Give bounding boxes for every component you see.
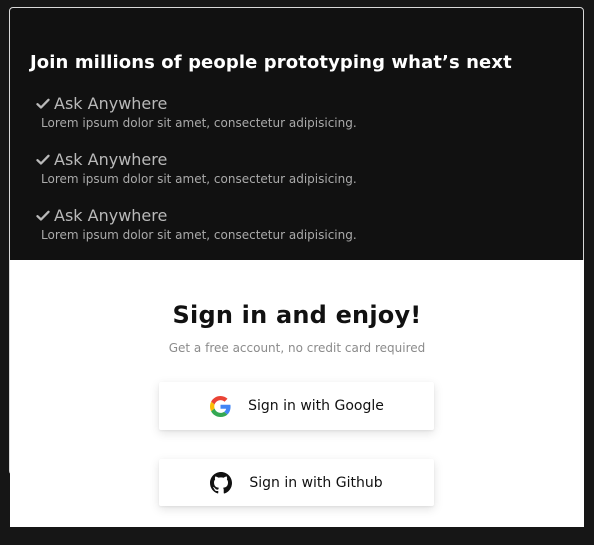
check-icon	[35, 209, 50, 224]
feature-title: Ask Anywhere	[54, 94, 168, 113]
check-icon	[35, 97, 50, 112]
github-icon	[210, 471, 233, 494]
signin-subtitle: Get a free account, no credit card requi…	[168, 341, 426, 355]
feature-item: Ask Anywhere Lorem ipsum dolor sit amet,…	[35, 150, 455, 206]
feature-title-row: Ask Anywhere	[35, 150, 455, 170]
feature-item: Ask Anywhere Lorem ipsum dolor sit amet,…	[35, 206, 455, 262]
check-icon	[35, 153, 50, 168]
google-icon	[209, 395, 231, 417]
google-signin-label: Sign in with Google	[248, 398, 384, 414]
feature-item: Ask Anywhere Lorem ipsum dolor sit amet,…	[35, 94, 455, 150]
github-signin-label: Sign in with Github	[249, 474, 383, 491]
feature-title: Ask Anywhere	[54, 150, 168, 169]
signin-title: Sign in and enjoy!	[172, 301, 422, 329]
google-signin-button[interactable]: Sign in with Google	[159, 382, 434, 430]
feature-list: Ask Anywhere Lorem ipsum dolor sit amet,…	[35, 94, 455, 262]
feature-description: Lorem ipsum dolor sit amet, consectetur …	[41, 172, 357, 186]
feature-description: Lorem ipsum dolor sit amet, consectetur …	[41, 116, 357, 130]
feature-title-row: Ask Anywhere	[35, 206, 455, 226]
promo-headline: Join millions of people prototyping what…	[30, 52, 512, 73]
feature-title: Ask Anywhere	[54, 206, 168, 225]
github-signin-button[interactable]: Sign in with Github	[159, 459, 434, 506]
feature-title-row: Ask Anywhere	[35, 94, 455, 114]
signin-panel: Sign in and enjoy! Get a free account, n…	[10, 260, 584, 527]
feature-description: Lorem ipsum dolor sit amet, consectetur …	[41, 228, 357, 242]
